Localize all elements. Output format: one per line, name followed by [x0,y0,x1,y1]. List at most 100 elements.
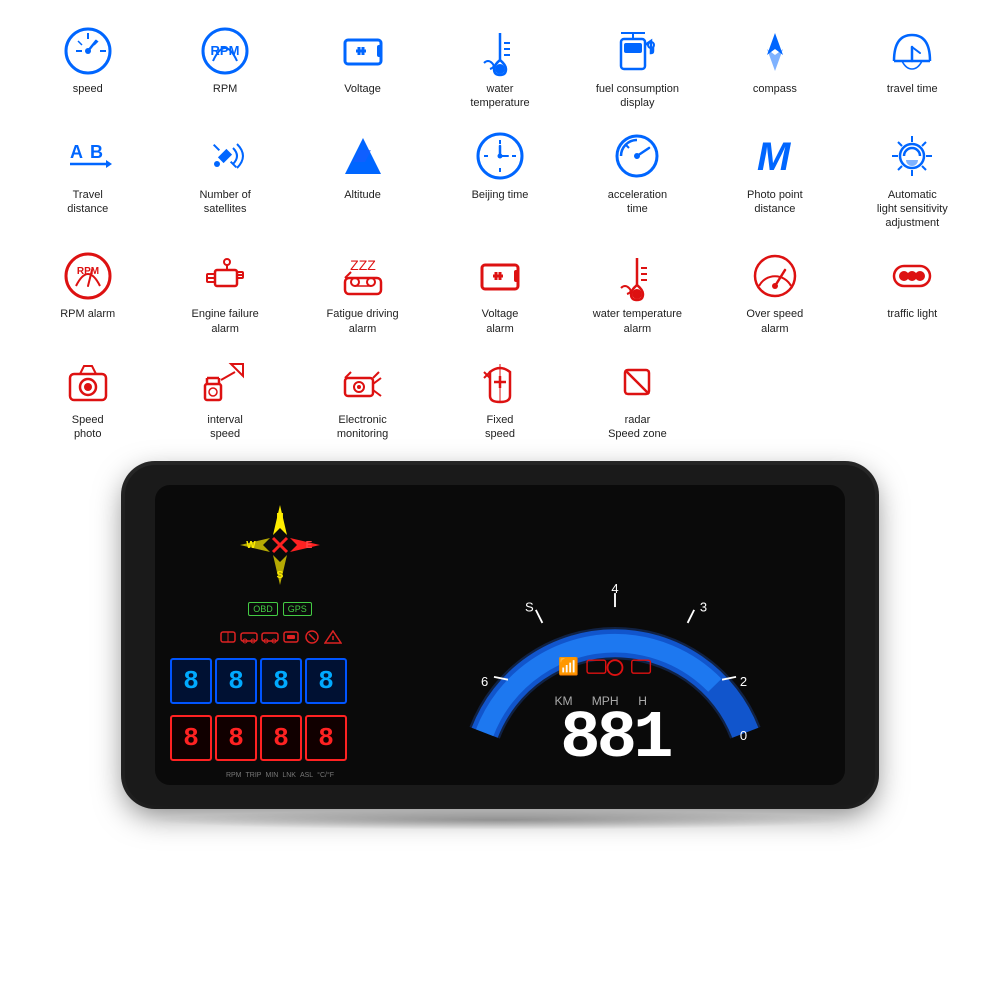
svg-text:B: B [90,142,103,162]
interval-label: intervalspeed [207,413,242,442]
svg-text:E: E [306,540,313,551]
icon-voltage-alarm: Voltagealarm [432,240,567,344]
svg-text:881: 881 [560,701,671,770]
interval-icon [199,354,251,409]
main-container: speed RPM RPM [0,0,1000,1000]
hud-screen: N S E W [155,485,845,785]
speed-icon [62,23,114,78]
auto-light-label: Automaticlight sensitivityadjustment [877,188,948,231]
hud-left-panel: N S E W [170,500,390,770]
fuel-icon [611,23,663,78]
rpm-alarm-label: RPM alarm [60,307,115,321]
icons-grid: speed RPM RPM [10,10,990,455]
icon-photo-point: M Photo pointdistance [707,121,842,239]
fuel-label: fuel consumptiondisplay [596,82,679,111]
icon-rpm: RPM RPM [157,15,292,119]
icon-water-alarm: water temperaturealarm [570,240,705,344]
icon-beijing-time: Beijing time [432,121,567,239]
svg-text:RPM: RPM [77,266,99,277]
hud-section: N S E W [10,465,990,990]
icon-traffic: traffic light [845,240,980,344]
svg-text:0: 0 [740,728,747,743]
voltage-label: Voltage [344,82,381,96]
speed-photo-label: Speedphoto [72,413,104,442]
altitude-label: Altitude [344,188,381,202]
engine-fail-label: Engine failurealarm [191,307,258,336]
svg-text:3: 3 [700,599,707,614]
gps-tag: GPS [283,602,312,616]
overspeed-icon [749,248,801,303]
icon-rpm-alarm: RPM RPM alarm [20,240,155,344]
icon-travel-dist: A B Traveldistance [20,121,155,239]
electronic-label: Electronicmonitoring [337,413,388,442]
speed-label: speed [73,82,103,96]
compass-nav-label: compass [753,82,797,96]
icon-satellites: Number ofsatellites [157,121,292,239]
icon-altitude: Altitude [295,121,430,239]
voltage-alarm-icon [474,248,526,303]
travel-dist-label: Traveldistance [67,188,108,217]
water-alarm-label: water temperaturealarm [593,307,682,336]
icon-fixed-speed: Fixedspeed [432,346,567,450]
travel-time-icon [886,23,938,78]
svg-text:S: S [277,570,284,581]
fixed-speed-icon [474,354,526,409]
digit-1: 8 [170,658,212,704]
icon-engine-fail: Engine failurealarm [157,240,292,344]
icon-empty-2 [845,346,980,450]
photo-point-label: Photo pointdistance [747,188,803,217]
beijing-time-icon [474,129,526,184]
icon-voltage: Voltage [295,15,430,119]
icon-travel-time: travel time [845,15,980,119]
fatigue-icon: ZZZ [337,248,389,303]
digit-r1: 8 [170,715,212,761]
icon-water-temp: watertemperature [432,15,567,119]
digit-r4: 8 [305,715,347,761]
altitude-icon [337,129,389,184]
speed-photo-icon [62,354,114,409]
water-alarm-icon [611,248,663,303]
icon-fuel: fuel consumptiondisplay [570,15,705,119]
rpm-alarm-icon: RPM [62,248,114,303]
digit-r3: 8 [260,715,302,761]
engine-fail-icon [199,248,251,303]
overspeed-label: Over speedalarm [746,307,803,336]
obd-tag: OBD [248,602,278,616]
fatigue-label: Fatigue drivingalarm [326,307,398,336]
svg-text:ZZZ: ZZZ [350,257,376,273]
accel-time-icon [611,129,663,184]
satellites-icon [199,129,251,184]
traffic-icon [886,248,938,303]
electronic-icon [337,354,389,409]
traffic-label: traffic light [887,307,937,321]
hud-device: N S E W [125,465,875,805]
hud-bottom-labels: RPMTRIPMINLNKASL°C/°F [170,772,390,779]
icon-electronic: Electronicmonitoring [295,346,430,450]
device-shadow [150,810,850,830]
radar-icon [611,354,663,409]
svg-text:N: N [276,512,283,523]
fixed-speed-label: Fixedspeed [485,413,515,442]
icon-speed-photo: Speedphoto [20,346,155,450]
icon-auto-light: Automaticlight sensitivityadjustment [845,121,980,239]
digit-4: 8 [305,658,347,704]
travel-dist-icon: A B [62,129,114,184]
svg-text:4: 4 [611,581,618,596]
hud-right-panel: 4 3 2 S 6 0 📶 KM [400,500,830,770]
svg-text:📶: 📶 [558,656,579,676]
rpm-icon: RPM [199,23,251,78]
compass-nav-icon [749,23,801,78]
svg-text:2: 2 [740,674,747,689]
satellites-label: Number ofsatellites [199,188,250,217]
icon-interval: intervalspeed [157,346,292,450]
svg-text:S: S [525,599,534,614]
digit-2: 8 [215,658,257,704]
icon-radar: radarSpeed zone [570,346,705,450]
icon-accel-time: accelerationtime [570,121,705,239]
auto-light-icon [886,129,938,184]
icon-fatigue: ZZZ Fatigue drivingalarm [295,240,430,344]
svg-text:6: 6 [481,674,488,689]
svg-text:A: A [70,142,83,162]
accel-time-label: accelerationtime [608,188,667,217]
svg-text:W: W [246,540,256,551]
